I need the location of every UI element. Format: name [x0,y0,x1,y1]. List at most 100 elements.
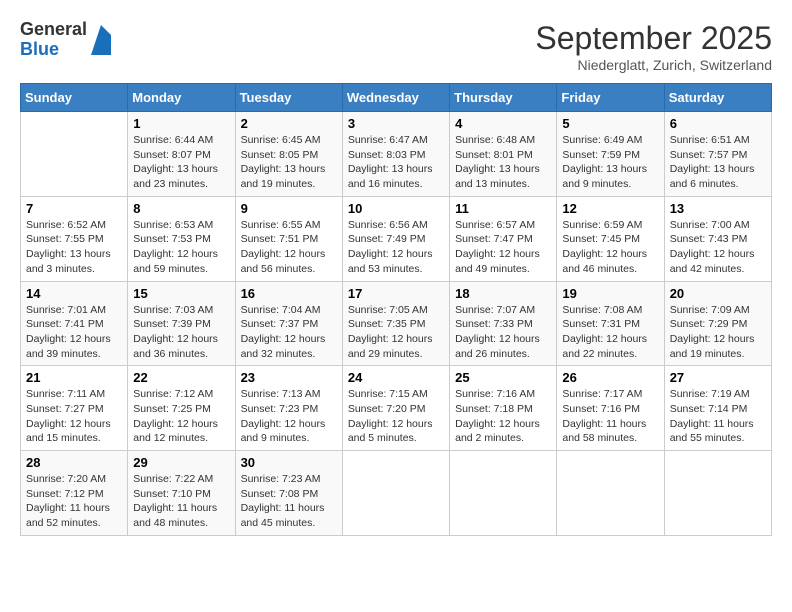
logo-general: General [20,20,87,40]
day-header-tuesday: Tuesday [235,84,342,112]
day-number: 12 [562,201,658,216]
day-number: 7 [26,201,122,216]
day-number: 15 [133,286,229,301]
day-info: Sunrise: 7:15 AM Sunset: 7:20 PM Dayligh… [348,387,444,446]
day-info: Sunrise: 7:13 AM Sunset: 7:23 PM Dayligh… [241,387,337,446]
calendar-cell: 9Sunrise: 6:55 AM Sunset: 7:51 PM Daylig… [235,196,342,281]
day-header-monday: Monday [128,84,235,112]
calendar-cell: 23 Sunrise: 7:13 AM Sunset: 7:23 PM Dayli… [235,366,342,451]
day-number: 3 [348,116,444,131]
day-number: 6 [670,116,766,131]
day-number: 17 [348,286,444,301]
location: Niederglatt, Zurich, Switzerland [535,57,772,73]
day-info: Sunrise: 6:53 AM Sunset: 7:53 PM Dayligh… [133,218,229,277]
day-number: 10 [348,201,444,216]
day-number: 28 [26,455,122,470]
day-info: Sunrise: 6:52 AM Sunset: 7:55 PM Dayligh… [26,218,122,277]
calendar-cell [664,451,771,536]
calendar-cell: 10 Sunrise: 6:56 AM Sunset: 7:49 PM Dayli… [342,196,449,281]
day-info: Sunrise: 6:44 AM Sunset: 8:07 PM Dayligh… [133,133,229,192]
day-number: 2 [241,116,337,131]
week-row-2: 14 Sunrise: 7:01 AM Sunset: 7:41 PM Dayli… [21,281,772,366]
day-info: Sunrise: 7:01 AM Sunset: 7:41 PM Dayligh… [26,303,122,362]
day-info: Sunrise: 7:23 AM Sunset: 7:08 PM Dayligh… [241,472,337,531]
day-number: 5 [562,116,658,131]
day-info: Sunrise: 6:59 AM Sunset: 7:45 PM Dayligh… [562,218,658,277]
calendar-cell: 21Sunrise: 7:11 AM Sunset: 7:27 PM Dayli… [21,366,128,451]
calendar-cell: 14 Sunrise: 7:01 AM Sunset: 7:41 PM Dayli… [21,281,128,366]
day-info: Sunrise: 6:48 AM Sunset: 8:01 PM Dayligh… [455,133,551,192]
calendar-cell: 15 Sunrise: 7:03 AM Sunset: 7:39 PM Dayli… [128,281,235,366]
day-header-thursday: Thursday [450,84,557,112]
day-number: 16 [241,286,337,301]
calendar-cell: 28 Sunrise: 7:20 AM Sunset: 7:12 PM Dayli… [21,451,128,536]
day-info: Sunrise: 7:12 AM Sunset: 7:25 PM Dayligh… [133,387,229,446]
day-number: 19 [562,286,658,301]
day-info: Sunrise: 6:49 AM Sunset: 7:59 PM Dayligh… [562,133,658,192]
calendar-cell [342,451,449,536]
day-info: Sunrise: 7:19 AM Sunset: 7:14 PM Dayligh… [670,387,766,446]
calendar-cell: 3 Sunrise: 6:47 AM Sunset: 8:03 PM Daylig… [342,112,449,197]
day-number: 23 [241,370,337,385]
day-number: 9 [241,201,337,216]
calendar-cell: 12 Sunrise: 6:59 AM Sunset: 7:45 PM Dayli… [557,196,664,281]
logo-blue: Blue [20,40,87,60]
day-number: 14 [26,286,122,301]
calendar-cell: 13Sunrise: 7:00 AM Sunset: 7:43 PM Dayli… [664,196,771,281]
day-number: 30 [241,455,337,470]
calendar-cell: 7 Sunrise: 6:52 AM Sunset: 7:55 PM Daylig… [21,196,128,281]
calendar-table: SundayMondayTuesdayWednesdayThursdayFrid… [20,83,772,536]
day-header-sunday: Sunday [21,84,128,112]
title-section: September 2025 Niederglatt, Zurich, Swit… [535,20,772,73]
calendar-cell: 1Sunrise: 6:44 AM Sunset: 8:07 PM Daylig… [128,112,235,197]
day-info: Sunrise: 6:47 AM Sunset: 8:03 PM Dayligh… [348,133,444,192]
day-number: 4 [455,116,551,131]
day-number: 29 [133,455,229,470]
calendar-cell: 16 Sunrise: 7:04 AM Sunset: 7:37 PM Dayli… [235,281,342,366]
calendar-cell: 20Sunrise: 7:09 AM Sunset: 7:29 PM Dayli… [664,281,771,366]
day-info: Sunrise: 7:03 AM Sunset: 7:39 PM Dayligh… [133,303,229,362]
calendar-cell: 22 Sunrise: 7:12 AM Sunset: 7:25 PM Dayli… [128,366,235,451]
calendar-cell [450,451,557,536]
calendar-cell: 2 Sunrise: 6:45 AM Sunset: 8:05 PM Daylig… [235,112,342,197]
day-info: Sunrise: 6:56 AM Sunset: 7:49 PM Dayligh… [348,218,444,277]
day-number: 21 [26,370,122,385]
day-number: 24 [348,370,444,385]
calendar-cell: 8 Sunrise: 6:53 AM Sunset: 7:53 PM Daylig… [128,196,235,281]
calendar-cell [21,112,128,197]
day-header-wednesday: Wednesday [342,84,449,112]
header-row: SundayMondayTuesdayWednesdayThursdayFrid… [21,84,772,112]
week-row-0: 1Sunrise: 6:44 AM Sunset: 8:07 PM Daylig… [21,112,772,197]
logo-icon [91,25,111,55]
day-number: 20 [670,286,766,301]
day-info: Sunrise: 7:20 AM Sunset: 7:12 PM Dayligh… [26,472,122,531]
day-info: Sunrise: 7:17 AM Sunset: 7:16 PM Dayligh… [562,387,658,446]
day-info: Sunrise: 6:51 AM Sunset: 7:57 PM Dayligh… [670,133,766,192]
day-info: Sunrise: 7:05 AM Sunset: 7:35 PM Dayligh… [348,303,444,362]
calendar-cell: 25Sunrise: 7:16 AM Sunset: 7:18 PM Dayli… [450,366,557,451]
day-header-friday: Friday [557,84,664,112]
day-info: Sunrise: 7:07 AM Sunset: 7:33 PM Dayligh… [455,303,551,362]
day-number: 25 [455,370,551,385]
calendar-cell: 26Sunrise: 7:17 AM Sunset: 7:16 PM Dayli… [557,366,664,451]
day-info: Sunrise: 6:57 AM Sunset: 7:47 PM Dayligh… [455,218,551,277]
calendar-cell: 5 Sunrise: 6:49 AM Sunset: 7:59 PM Daylig… [557,112,664,197]
day-info: Sunrise: 7:00 AM Sunset: 7:43 PM Dayligh… [670,218,766,277]
day-number: 18 [455,286,551,301]
day-info: Sunrise: 7:04 AM Sunset: 7:37 PM Dayligh… [241,303,337,362]
week-row-3: 21Sunrise: 7:11 AM Sunset: 7:27 PM Dayli… [21,366,772,451]
day-info: Sunrise: 6:45 AM Sunset: 8:05 PM Dayligh… [241,133,337,192]
day-number: 11 [455,201,551,216]
calendar-cell: 27Sunrise: 7:19 AM Sunset: 7:14 PM Dayli… [664,366,771,451]
calendar-cell: 6 Sunrise: 6:51 AM Sunset: 7:57 PM Daylig… [664,112,771,197]
calendar-cell: 29Sunrise: 7:22 AM Sunset: 7:10 PM Dayli… [128,451,235,536]
calendar-cell: 18 Sunrise: 7:07 AM Sunset: 7:33 PM Dayli… [450,281,557,366]
calendar-cell: 17 Sunrise: 7:05 AM Sunset: 7:35 PM Dayli… [342,281,449,366]
day-number: 8 [133,201,229,216]
page-header: General Blue September 2025 Niederglatt,… [20,20,772,73]
day-info: Sunrise: 7:08 AM Sunset: 7:31 PM Dayligh… [562,303,658,362]
day-header-saturday: Saturday [664,84,771,112]
calendar-cell [557,451,664,536]
week-row-1: 7 Sunrise: 6:52 AM Sunset: 7:55 PM Daylig… [21,196,772,281]
day-number: 22 [133,370,229,385]
